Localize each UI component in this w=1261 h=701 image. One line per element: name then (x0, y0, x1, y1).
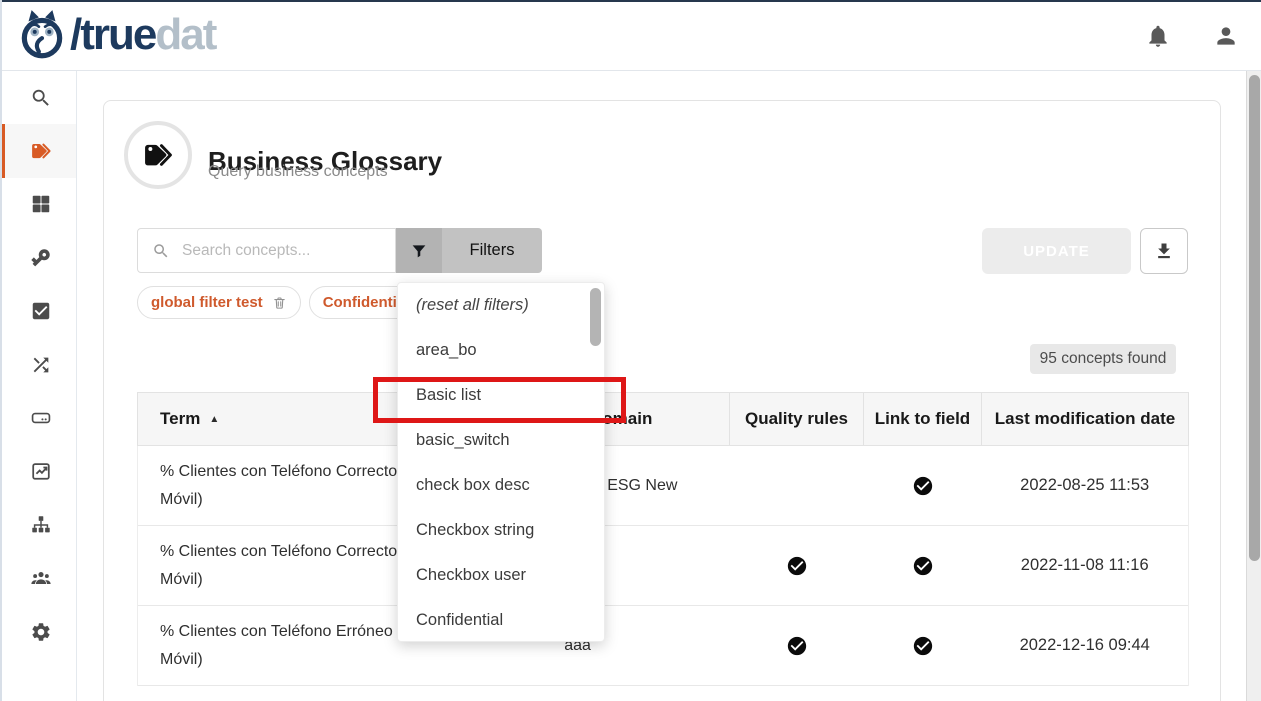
dropdown-scrollbar-thumb[interactable] (590, 288, 601, 346)
key-icon (30, 247, 52, 269)
owl-logo-icon (16, 8, 68, 62)
sort-asc-icon: ▲ (209, 414, 219, 425)
filter-option-area-bo[interactable]: area_bo (398, 328, 604, 373)
sidebar-item-users[interactable] (0, 552, 76, 605)
glossary-avatar (124, 121, 192, 189)
notifications-bell-icon[interactable] (1145, 23, 1171, 49)
column-header-link-to-field[interactable]: Link to field (864, 393, 982, 445)
filter-chip-label: global filter test (151, 294, 263, 311)
sidebar-item-quality[interactable] (0, 285, 76, 338)
link-to-field-check-icon (912, 555, 934, 577)
sidebar-item-modules[interactable] (0, 178, 76, 231)
user-profile-icon[interactable] (1213, 23, 1239, 49)
concept-row: % Clientes con Teléfono CorrectoMóvil) 20… (138, 526, 1188, 606)
logo-text: /truedat (70, 13, 215, 57)
link-to-field-check-icon (912, 635, 934, 657)
sidebar-item-settings[interactable] (0, 605, 76, 658)
filters-button[interactable]: Filters (396, 228, 542, 273)
filter-option-basic-list[interactable]: Basic list (398, 373, 604, 418)
quality-rules-check-icon (786, 555, 808, 577)
trash-icon[interactable] (272, 295, 287, 311)
truedat-logo[interactable]: /truedat (16, 8, 215, 62)
filter-option-checkbox-user[interactable]: Checkbox user (398, 553, 604, 598)
sidebar-item-structures[interactable] (0, 391, 76, 444)
filter-option-reset-all-filters[interactable]: (reset all filters) (398, 283, 604, 328)
tags-icon (142, 140, 174, 170)
last-modification-date: 2022-12-16 09:44 (1020, 636, 1150, 655)
sitemap-icon (30, 514, 52, 536)
checkbox-icon (30, 300, 52, 322)
window-top-edge (0, 0, 1261, 2)
top-bar: /truedat (0, 0, 1261, 71)
concept-search (137, 228, 396, 273)
concepts-table: Term▲DomainQuality rulesLink to fieldLas… (137, 392, 1189, 686)
groups-icon (30, 567, 52, 589)
last-modification-date: 2022-11-08 11:16 (1021, 556, 1149, 575)
quality-rules-check-icon (786, 635, 808, 657)
tags-icon (30, 140, 52, 162)
shuffle-icon (30, 354, 52, 376)
filters-label[interactable]: Filters (442, 228, 542, 273)
concept-row: % Clientes con Teléfono ErróneoMóvil)aaa… (138, 606, 1188, 686)
sidebar-item-search[interactable] (0, 71, 76, 124)
sidebar-item-lineage[interactable] (0, 338, 76, 391)
link-to-field-check-icon (912, 475, 934, 497)
window-left-edge (0, 0, 2, 701)
gear-icon (30, 621, 52, 643)
grid-icon (30, 193, 52, 215)
download-icon (1154, 241, 1174, 261)
funnel-icon (410, 242, 428, 260)
download-button[interactable] (1140, 228, 1188, 274)
column-header-last-modification-date[interactable]: Last modification date (982, 393, 1189, 445)
last-modification-date: 2022-08-25 11:53 (1020, 476, 1149, 495)
sidebar-nav (0, 71, 77, 701)
filter-option-checkbox-string[interactable]: Checkbox string (398, 508, 604, 553)
column-header-quality-rules[interactable]: Quality rules (730, 393, 864, 445)
active-filter-chips: global filter testConfidential (137, 286, 423, 319)
concept-term-link[interactable]: % Clientes con Teléfono CorrectoMóvil) (138, 458, 397, 514)
concept-term-link[interactable]: % Clientes con Teléfono ErróneoMóvil) (138, 618, 393, 674)
sidebar-item-permissions[interactable] (0, 231, 76, 284)
update-button[interactable]: UPDATE (982, 228, 1131, 274)
sidebar-item-analytics[interactable] (0, 445, 76, 498)
search-icon (30, 87, 52, 109)
funnel-icon-segment[interactable] (396, 228, 442, 273)
concept-term-link[interactable]: % Clientes con Teléfono CorrectoMóvil) (138, 538, 397, 594)
page-scrollbar[interactable] (1246, 71, 1261, 701)
page-subtitle: Query business concepts (208, 163, 388, 181)
concept-domain: l ESG New (599, 477, 677, 495)
search-input[interactable] (180, 241, 395, 261)
search-icon (152, 242, 170, 260)
results-count-badge: 95 concepts found (1030, 344, 1176, 374)
sidebar-item-glossary[interactable] (0, 124, 76, 177)
filter-option-basic-switch[interactable]: basic_switch (398, 418, 604, 463)
filter-chip-global-filter-test[interactable]: global filter test (137, 286, 301, 319)
storage-icon (30, 407, 52, 429)
sidebar-item-taxonomy[interactable] (0, 498, 76, 551)
topbar-actions (1145, 0, 1239, 71)
concept-row: % Clientes con Teléfono CorrectoMóvil) l … (138, 446, 1188, 526)
chart-icon (30, 460, 52, 482)
filter-option-check-box-desc[interactable]: check box desc (398, 463, 604, 508)
app-window: /truedat Business Glossary Query busin (0, 0, 1261, 701)
filter-option-confidential[interactable]: Confidential (398, 598, 604, 642)
filters-dropdown: (reset all filters)area_boBasic listbasi… (397, 282, 605, 642)
page-scrollbar-thumb[interactable] (1249, 75, 1260, 561)
glossary-card: Business Glossary Query business concept… (103, 100, 1221, 701)
